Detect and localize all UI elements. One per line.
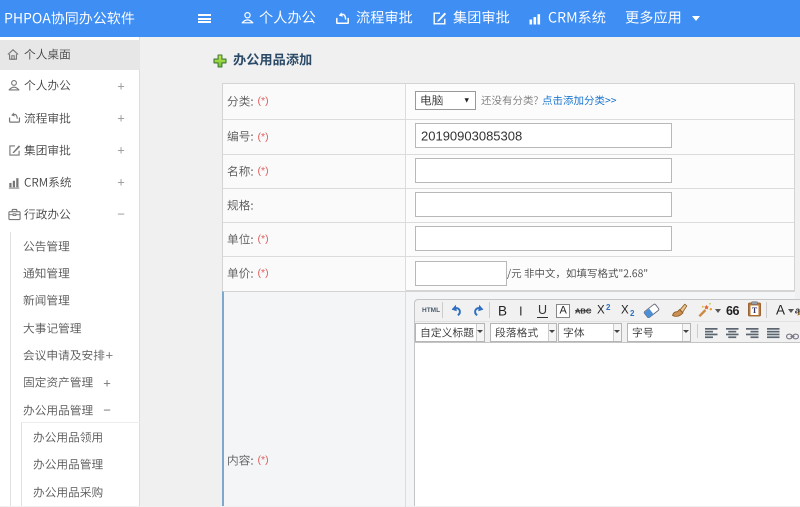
svg-text:T: T: [752, 306, 758, 315]
